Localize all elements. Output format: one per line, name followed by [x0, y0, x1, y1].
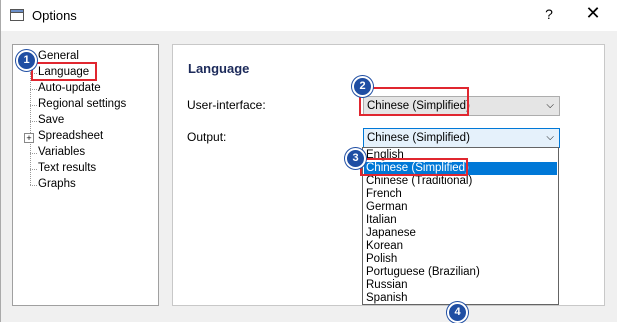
output-language-value: Chinese (Simplified) — [367, 132, 470, 144]
highlight-language-item — [31, 62, 97, 81]
output-language-select[interactable]: Chinese (Simplified) ⌵ — [363, 128, 560, 148]
tree-item-save[interactable]: Save — [38, 113, 64, 128]
tree-connector — [30, 89, 37, 90]
close-button[interactable]: ✕ — [581, 3, 605, 24]
tree-item-variables[interactable]: Variables — [38, 145, 85, 160]
tree-connector — [30, 121, 37, 122]
panel-title: Language — [188, 61, 250, 76]
tree-item-text-results[interactable]: Text results — [38, 161, 96, 176]
tree-item-spreadsheet[interactable]: Spreadsheet — [38, 129, 103, 144]
step-badge-1: 1 — [16, 50, 37, 71]
tree-connector — [30, 169, 37, 170]
option-italian[interactable]: Italian — [364, 214, 557, 227]
options-tree: + General Language Auto-update Regional … — [12, 44, 159, 306]
app-icon — [10, 9, 24, 21]
output-language-label: Output: — [187, 130, 227, 144]
highlight-dropdown-option — [360, 158, 468, 176]
window-title: Options — [32, 8, 77, 23]
title-bar: Options ? ✕ — [1, 0, 617, 31]
step-badge-3: 3 — [345, 148, 366, 169]
tree-item-regional-settings[interactable]: Regional settings — [38, 97, 126, 112]
step-badge-2: 2 — [352, 76, 373, 97]
tree-connector — [30, 185, 37, 186]
tree-connector — [30, 105, 37, 106]
option-russian[interactable]: Russian — [364, 279, 557, 292]
ui-language-label: User-interface: — [187, 98, 266, 112]
option-french[interactable]: French — [364, 188, 557, 201]
option-polish[interactable]: Polish — [364, 253, 557, 266]
option-chinese-traditional[interactable]: Chinese (Traditional) — [364, 175, 557, 188]
tree-connector — [30, 153, 37, 154]
step-badge-4: 4 — [447, 302, 468, 323]
option-japanese[interactable]: Japanese — [364, 227, 557, 240]
expand-icon[interactable]: + — [24, 133, 34, 143]
help-button[interactable]: ? — [537, 6, 561, 22]
option-portuguese-brazilian[interactable]: Portuguese (Brazilian) — [364, 266, 557, 279]
option-korean[interactable]: Korean — [364, 240, 557, 253]
tree-item-auto-update[interactable]: Auto-update — [38, 81, 101, 96]
chevron-down-icon: ⌵ — [546, 100, 554, 111]
option-german[interactable]: German — [364, 201, 557, 214]
chevron-down-icon: ⌵ — [546, 132, 554, 143]
options-window: Options ? ✕ + General Language Auto-upda… — [0, 0, 617, 323]
tree-item-graphs[interactable]: Graphs — [38, 177, 76, 192]
highlight-ui-select — [359, 87, 469, 116]
